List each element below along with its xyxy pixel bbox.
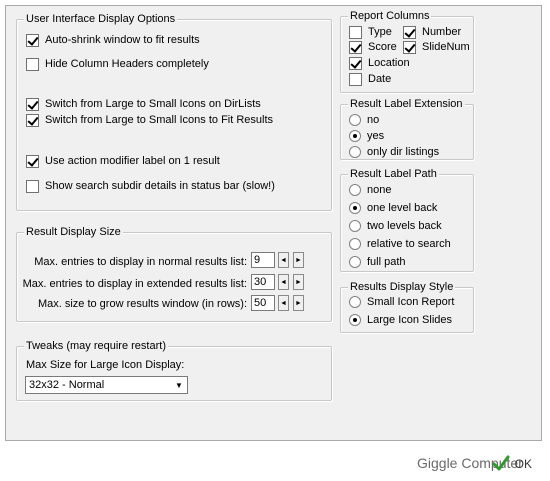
ok-button-label: OK	[514, 457, 532, 471]
column-date-checkbox[interactable]: Date	[349, 71, 391, 87]
label-extension-title: Result Label Extension	[348, 97, 465, 111]
normal-entries-input[interactable]: 9	[251, 252, 275, 268]
radio-label: one level back	[367, 202, 438, 214]
checkbox-box[interactable]	[26, 113, 39, 127]
path-one-level-radio[interactable]: one level back	[349, 200, 437, 216]
column-score-checkbox[interactable]: Score	[349, 39, 397, 55]
column-location-checkbox[interactable]: Location	[349, 55, 410, 71]
radio-circle[interactable]	[349, 220, 361, 232]
chevron-down-icon[interactable]: ▼	[171, 377, 187, 393]
radio-circle[interactable]	[349, 202, 361, 214]
radio-circle[interactable]	[349, 146, 361, 158]
column-slidenum-checkbox[interactable]: SlideNum	[403, 39, 470, 55]
style-small-icon-report-radio[interactable]: Small Icon Report	[349, 294, 454, 310]
display-style-title: Results Display Style	[348, 280, 456, 294]
auto-shrink-checkbox[interactable]: Auto-shrink window to fit results	[26, 32, 200, 48]
normal-entries-label: Max. entries to display in normal result…	[34, 256, 247, 268]
radio-label: Large Icon Slides	[367, 314, 452, 326]
path-relative-radio[interactable]: relative to search	[349, 236, 451, 252]
radio-label: only dir listings	[367, 146, 440, 158]
radio-label: two levels back	[367, 220, 442, 232]
ok-button[interactable]: OK	[482, 452, 540, 476]
checkbox-box[interactable]	[349, 25, 362, 39]
subdir-details-checkbox[interactable]: Show search subdir details in status bar…	[26, 178, 275, 194]
style-large-icon-slides-radio[interactable]: Large Icon Slides	[349, 312, 452, 328]
extension-yes-radio[interactable]: yes	[349, 128, 384, 144]
hide-column-headers-checkbox[interactable]: Hide Column Headers completely	[26, 56, 209, 72]
normal-entries-decrement-button[interactable]: ◄	[278, 252, 289, 268]
radio-label: relative to search	[367, 238, 451, 250]
window-rows-label: Max. size to grow results window (in row…	[37, 298, 247, 310]
window-rows-decrement-button[interactable]: ◄	[278, 295, 289, 311]
radio-label: no	[367, 114, 380, 126]
checkbox-label: SlideNum	[422, 41, 470, 53]
radio-circle[interactable]	[349, 184, 361, 196]
checkbox-box[interactable]	[26, 97, 39, 111]
large-icon-size-label: Max Size for Large Icon Display:	[26, 359, 185, 371]
action-modifier-label-checkbox[interactable]: Use action modifier label on 1 result	[26, 153, 220, 169]
extension-no-radio[interactable]: no	[349, 112, 379, 128]
checkbox-box[interactable]	[26, 57, 39, 71]
checkbox-box[interactable]	[349, 40, 362, 54]
path-two-levels-radio[interactable]: two levels back	[349, 218, 442, 234]
column-type-checkbox[interactable]: Type	[349, 24, 392, 40]
radio-circle[interactable]	[349, 256, 361, 268]
checkbox-box[interactable]	[349, 56, 362, 70]
ui-display-options-title: User Interface Display Options	[24, 12, 178, 26]
normal-entries-increment-button[interactable]: ►	[293, 252, 304, 268]
radio-circle[interactable]	[349, 296, 361, 308]
checkbox-box[interactable]	[349, 72, 362, 86]
checkbox-label: Use action modifier label on 1 result	[45, 155, 220, 167]
checkbox-label: Location	[368, 57, 410, 69]
path-none-radio[interactable]: none	[349, 182, 391, 198]
checkbox-label: Hide Column Headers completely	[45, 58, 209, 70]
window-rows-increment-button[interactable]: ►	[293, 295, 304, 311]
radio-label: none	[367, 184, 392, 196]
checkbox-label: Show search subdir details in status bar…	[45, 180, 275, 192]
checkbox-box[interactable]	[403, 40, 416, 54]
checkbox-label: Switch from Large to Small Icons on DirL…	[45, 98, 261, 110]
checkbox-box[interactable]	[26, 33, 39, 47]
small-icons-fit-results-checkbox[interactable]: Switch from Large to Small Icons to Fit …	[26, 112, 273, 128]
checkbox-label: Number	[422, 26, 462, 38]
checkbox-box[interactable]	[26, 154, 39, 168]
small-icons-dirlists-checkbox[interactable]: Switch from Large to Small Icons on DirL…	[26, 96, 261, 112]
checkbox-label: Auto-shrink window to fit results	[45, 34, 200, 46]
extension-dir-listings-radio[interactable]: only dir listings	[349, 144, 439, 160]
checkbox-label: Date	[368, 73, 392, 85]
extended-entries-input[interactable]: 30	[251, 274, 275, 290]
extended-entries-increment-button[interactable]: ►	[293, 274, 304, 290]
path-full-radio[interactable]: full path	[349, 254, 406, 270]
large-icon-size-value: 32x32 - Normal	[29, 379, 105, 391]
radio-circle[interactable]	[349, 314, 361, 326]
checkbox-label: Score	[368, 41, 397, 53]
checkbox-label: Switch from Large to Small Icons to Fit …	[45, 114, 274, 126]
tweaks-title: Tweaks (may require restart)	[24, 339, 168, 353]
radio-label: Small Icon Report	[367, 296, 455, 308]
large-icon-size-select[interactable]: 32x32 - Normal ▼	[25, 376, 188, 394]
label-path-title: Result Label Path	[348, 167, 439, 181]
column-number-checkbox[interactable]: Number	[403, 24, 461, 40]
checkbox-box[interactable]	[403, 25, 416, 39]
extended-entries-label: Max. entries to display in extended resu…	[22, 278, 247, 290]
report-columns-title: Report Columns	[348, 9, 432, 23]
radio-circle[interactable]	[349, 130, 361, 142]
radio-label: yes	[367, 130, 385, 142]
checkbox-box[interactable]	[26, 179, 39, 193]
extended-entries-decrement-button[interactable]: ◄	[278, 274, 289, 290]
radio-label: full path	[367, 256, 406, 268]
checkmark-icon	[492, 455, 510, 471]
result-display-size-title: Result Display Size	[24, 225, 123, 239]
radio-circle[interactable]	[349, 114, 361, 126]
radio-circle[interactable]	[349, 238, 361, 250]
window-rows-input[interactable]: 50	[251, 295, 275, 311]
checkbox-label: Type	[368, 26, 392, 38]
